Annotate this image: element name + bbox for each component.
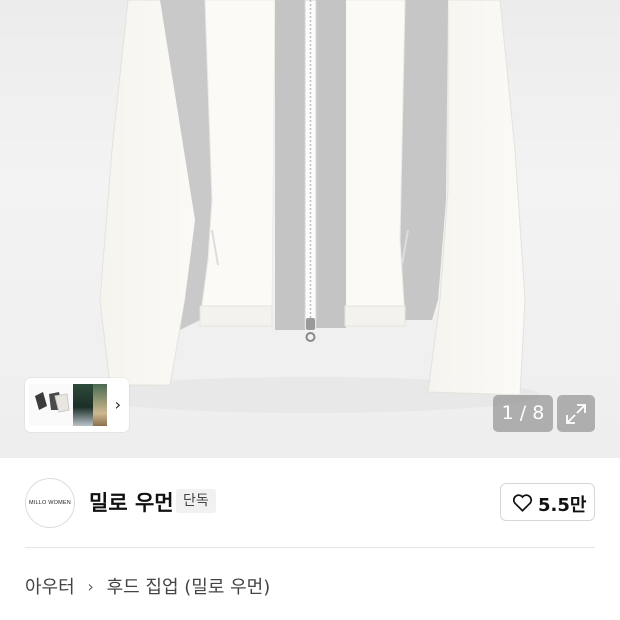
- product-thumb-3[interactable]: [93, 384, 107, 426]
- breadcrumb-category[interactable]: 아우터: [25, 573, 75, 599]
- divider: [25, 547, 595, 548]
- expand-button[interactable]: [557, 395, 595, 432]
- breadcrumb-subcategory[interactable]: 후드 집업 (밀로 우먼): [107, 573, 271, 599]
- thumbnail-strip[interactable]: ›: [25, 378, 129, 432]
- product-thumb-2[interactable]: [73, 384, 93, 426]
- expand-icon: [566, 404, 586, 424]
- brand-logo-text: MILLO WOMEN: [29, 500, 71, 506]
- chevron-right-icon[interactable]: ›: [115, 395, 121, 414]
- brand-logo[interactable]: MILLO WOMEN: [25, 478, 75, 528]
- image-counter: 1 / 8: [493, 395, 553, 432]
- brand-name[interactable]: 밀로 우먼: [89, 487, 174, 517]
- like-button[interactable]: 5.5만: [500, 483, 595, 521]
- product-image-gallery[interactable]: › 1 / 8: [0, 0, 620, 458]
- heart-icon: [512, 494, 533, 512]
- brand-row: MILLO WOMEN 밀로 우먼 단독 5.5만: [25, 476, 595, 528]
- breadcrumb: 아우터 › 후드 집업 (밀로 우먼): [25, 573, 270, 599]
- exclusive-badge: 단독: [176, 489, 216, 513]
- like-count: 5.5만: [538, 495, 587, 516]
- chevron-right-icon: ›: [87, 576, 94, 596]
- product-thumb-1[interactable]: [29, 384, 73, 426]
